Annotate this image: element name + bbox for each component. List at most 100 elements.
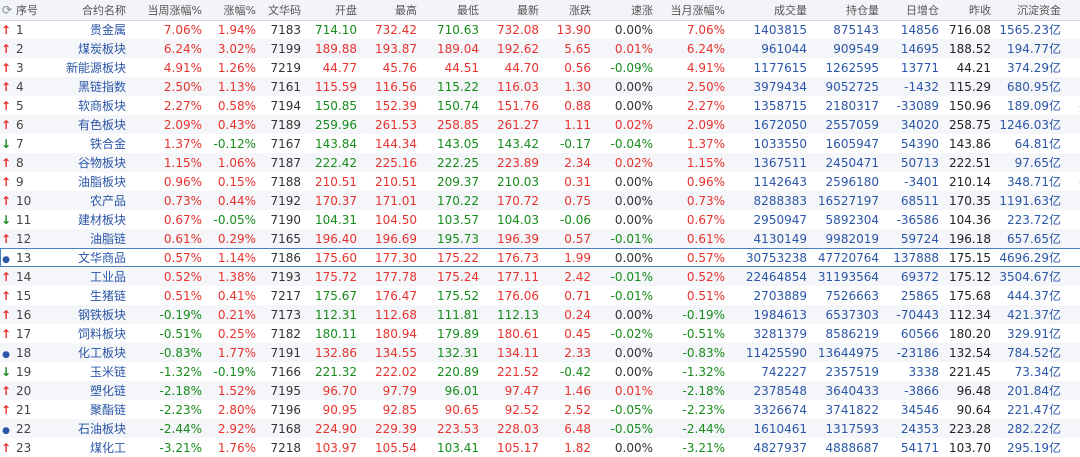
column-header-oi[interactable]: 持仓量 <box>811 0 883 21</box>
cell-seq: 7 <box>16 136 24 151</box>
cell-chg: 1.38% <box>217 269 256 284</box>
column-header-high[interactable]: 最高 <box>361 0 421 21</box>
table-row[interactable]: ↑ 5 软商板块 2.27% 0.58% 7194 150.85 152.39 150.74 15… <box>0 96 1080 115</box>
cell-name[interactable]: 玉米链 <box>46 362 130 381</box>
cell-name[interactable]: 化工板块 <box>46 343 130 362</box>
cell-month: 0.51% <box>686 288 725 303</box>
table-row[interactable]: ● 13 文华商品 0.57% 1.14% 7186 175.60 177.30 175.22 1… <box>0 248 1080 267</box>
cell-name[interactable]: 钢铁板块 <box>46 305 130 324</box>
cell-name[interactable]: 软商板块 <box>46 96 130 115</box>
cell-open: 175.72 <box>315 269 357 284</box>
cell-name[interactable]: 饲料板块 <box>46 324 130 343</box>
refresh-icon[interactable]: ⟳ <box>0 0 16 21</box>
column-header-cap[interactable]: 沉淀资金 <box>995 0 1065 21</box>
column-header-chg[interactable]: 涨幅% <box>206 0 260 21</box>
table-row[interactable]: ↑ 23 煤化工 -3.21% 1.76% 7218 103.97 105.54 103.41 1… <box>0 438 1080 457</box>
table-row[interactable]: ↑ 21 聚酯链 -2.23% 2.80% 7196 90.95 92.85 90.65 92.5… <box>0 400 1080 419</box>
arrow-up-icon: ↑ <box>0 79 12 94</box>
cell-name[interactable]: 文华商品 <box>46 248 130 267</box>
cell-last: 732.08 <box>497 22 539 37</box>
table-row[interactable]: ↑ 4 黑链指数 2.50% 1.13% 7161 115.59 116.56 115.22 11… <box>0 77 1080 96</box>
cell-last: 176.73 <box>497 250 539 265</box>
table-row[interactable]: ↑ 3 新能源板块 4.91% 1.26% 7219 44.77 45.76 44.51 44.7… <box>0 58 1080 77</box>
cell-name[interactable]: 农产品 <box>46 191 130 210</box>
cell-name[interactable]: 煤化工 <box>46 438 130 457</box>
cell-name[interactable]: 石油板块 <box>46 419 130 438</box>
cell-name[interactable]: 油脂链 <box>46 229 130 248</box>
cell-open: 210.51 <box>315 174 357 189</box>
column-header-week[interactable]: 当周涨幅% <box>130 0 206 21</box>
cell-speed: 0.00% <box>614 98 653 113</box>
table-row[interactable]: ↓ 19 玉米链 -1.32% -0.19% 7166 221.32 222.02 220.89… <box>0 362 1080 381</box>
table-row[interactable]: ↑ 2 煤炭板块 6.24% 3.02% 7199 189.88 193.87 189.04 19… <box>0 39 1080 58</box>
cell-name[interactable]: 铁合金 <box>46 134 130 153</box>
cell-chg: -0.12% <box>213 136 256 151</box>
table-row[interactable]: ● 18 化工板块 -0.83% 1.77% 7191 132.86 134.55 132.31… <box>0 343 1080 362</box>
cell-name[interactable]: 贵金属 <box>46 20 130 39</box>
cell-low: 175.52 <box>437 288 479 303</box>
column-header-vol[interactable]: 成交量 <box>729 0 811 21</box>
cell-diff: 2.34 <box>564 155 591 170</box>
table-row[interactable]: ↑ 10 农产品 0.73% 0.44% 7192 170.37 171.01 170.22 17… <box>0 191 1080 210</box>
cell-cap: 64.81亿 <box>1014 137 1061 151</box>
cell-name[interactable]: 工业品 <box>46 267 130 286</box>
cell-name[interactable]: 新能源板块 <box>46 58 130 77</box>
cell-low: 175.24 <box>437 269 479 284</box>
cell-low: 132.31 <box>437 345 479 360</box>
cell-name[interactable]: 生猪链 <box>46 286 130 305</box>
cell-name[interactable]: 黑链指数 <box>46 77 130 96</box>
table-row[interactable]: ↑ 15 生猪链 0.51% 0.41% 7217 175.67 176.47 175.52 17… <box>0 286 1080 305</box>
cell-oichg: 50713 <box>900 155 939 170</box>
column-header-oichg[interactable]: 日增仓 <box>883 0 943 21</box>
cell-high: 144.34 <box>375 136 417 151</box>
cell-speed: 0.02% <box>614 155 653 170</box>
table-row[interactable]: ↑ 8 谷物板块 1.15% 1.06% 7187 222.42 225.16 222.25 22… <box>0 153 1080 172</box>
cell-code: 7188 <box>270 174 301 189</box>
column-header-code[interactable]: 文华码 <box>260 0 305 21</box>
table-row[interactable]: ↑ 6 有色板块 2.09% 0.43% 7189 259.96 261.53 258.85 26… <box>0 115 1080 134</box>
arrow-up-icon: ↑ <box>0 288 12 303</box>
cell-name[interactable]: 聚酯链 <box>46 400 130 419</box>
column-header-open[interactable]: 开盘 <box>305 0 361 21</box>
cell-code: 7183 <box>270 22 301 37</box>
table-row[interactable]: ↑ 14 工业品 0.52% 1.38% 7193 175.72 177.78 175.24 17… <box>0 267 1080 286</box>
cell-oi: 3741822 <box>825 402 879 417</box>
cell-diff: 0.71 <box>564 288 591 303</box>
cell-name[interactable]: 煤炭板块 <box>46 39 130 58</box>
cell-seq: 17 <box>16 326 32 341</box>
column-header-name[interactable]: 合约名称 <box>46 0 130 21</box>
cell-oichg: 59724 <box>900 231 939 246</box>
column-header-speed[interactable]: 速涨 <box>595 0 657 21</box>
cell-prev: 115.29 <box>949 79 991 94</box>
table-row[interactable]: ↑ 20 塑化链 -2.18% 1.52% 7195 96.70 97.79 96.01 97.4… <box>0 381 1080 400</box>
cell-name[interactable]: 油脂板块 <box>46 172 130 191</box>
column-header-diff[interactable]: 涨跌 <box>543 0 595 21</box>
column-header-last[interactable]: 最新 <box>483 0 543 21</box>
cell-name[interactable]: 建材板块 <box>46 210 130 229</box>
cell-name[interactable]: 谷物板块 <box>46 153 130 172</box>
table-row[interactable]: ↑ 1 贵金属 7.06% 1.94% 7183 714.10 732.42 710.63 732… <box>0 20 1080 39</box>
column-header-month[interactable]: 当月涨幅% <box>657 0 729 21</box>
column-header-seq[interactable]: 序号 <box>16 0 46 21</box>
cell-seq: 1 <box>16 22 24 37</box>
cell-prev: 175.12 <box>949 269 991 284</box>
cell-diff: -0.42 <box>559 364 591 379</box>
cell-cap: 4696.29亿 <box>999 251 1061 265</box>
table-row[interactable]: ↑ 12 油脂链 0.61% 0.29% 7165 196.40 196.69 195.73 19… <box>0 229 1080 248</box>
cell-flow: 7.31亿 <box>1065 400 1080 419</box>
column-header-flow[interactable]: 资金流向 <box>1065 0 1080 21</box>
table-row[interactable]: ↑ 16 钢铁板块 -0.19% 0.21% 7173 112.31 112.68 111.81… <box>0 305 1080 324</box>
table-row[interactable]: ↓ 11 建材板块 0.67% -0.05% 7190 104.31 104.50 103.57… <box>0 210 1080 229</box>
cell-name[interactable]: 有色板块 <box>46 115 130 134</box>
cell-name[interactable]: 塑化链 <box>46 381 130 400</box>
table-row[interactable]: ↑ 9 油脂板块 0.96% 0.15% 7188 210.51 210.51 209.37 21… <box>0 172 1080 191</box>
table-row[interactable]: ↑ 17 饲料板块 -0.51% 0.25% 7182 180.11 180.94 179.89… <box>0 324 1080 343</box>
column-header-low[interactable]: 最低 <box>421 0 483 21</box>
table-row[interactable]: ↓ 7 铁合金 1.37% -0.12% 7167 143.84 144.34 143.05 14… <box>0 134 1080 153</box>
cell-open: 44.77 <box>322 60 357 75</box>
column-header-prev[interactable]: 昨收 <box>943 0 995 21</box>
table-row[interactable]: ● 22 石油板块 -2.44% 2.92% 7168 224.90 229.39 223.53… <box>0 419 1080 438</box>
row-trend-cell: ↑ <box>0 438 16 457</box>
cell-seq: 9 <box>16 174 24 189</box>
cell-diff: 1.11 <box>564 117 591 132</box>
